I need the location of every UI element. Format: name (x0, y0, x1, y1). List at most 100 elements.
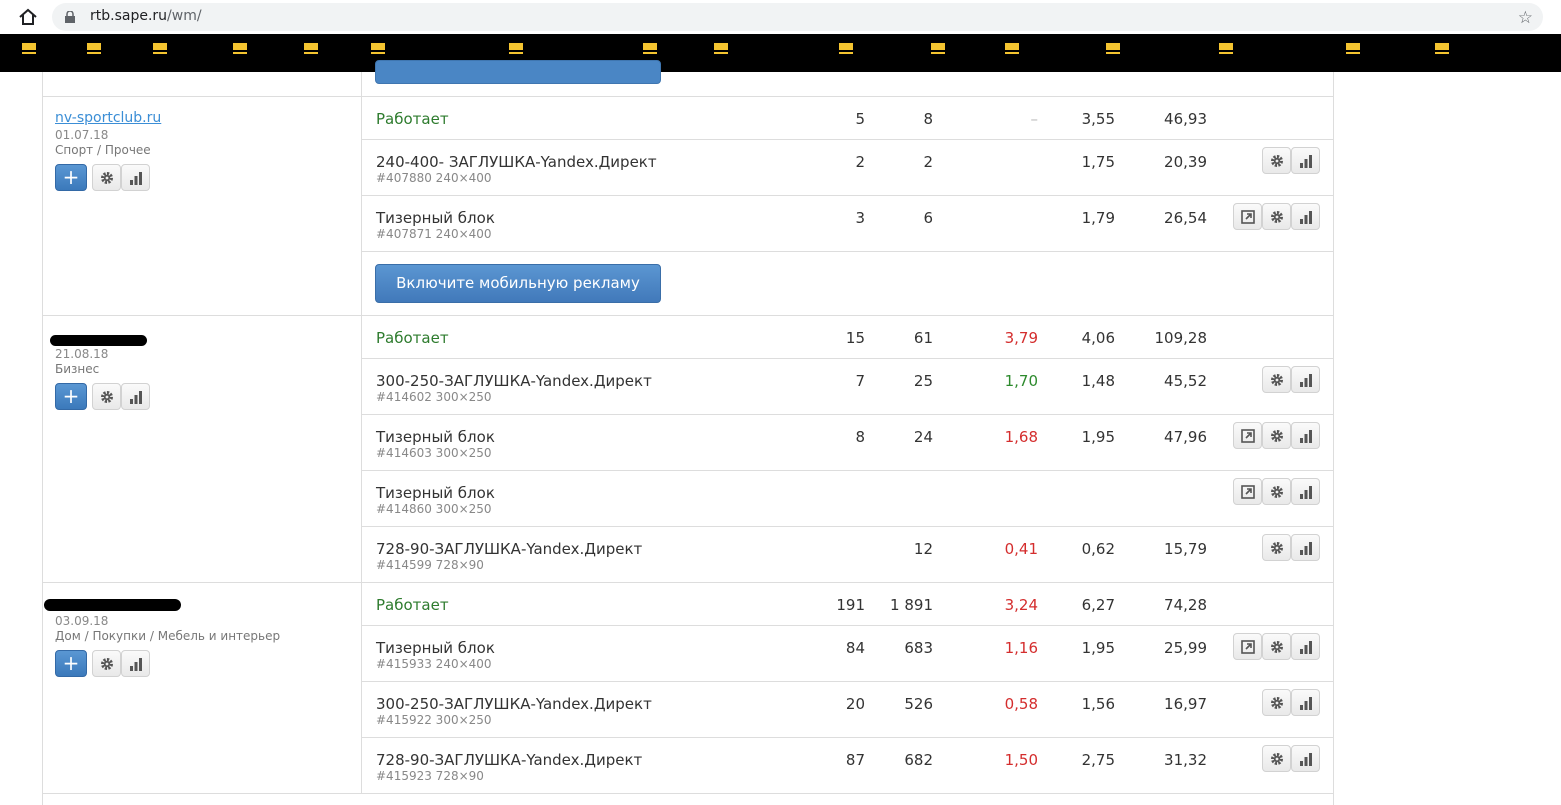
bookmark-folder-icon[interactable] (22, 43, 36, 54)
site-settings-button[interactable] (92, 383, 121, 410)
block-stats-button[interactable] (1291, 689, 1320, 716)
cell-value: 15,79 (1164, 540, 1207, 558)
block-settings-button[interactable] (1262, 745, 1291, 772)
browser-toolbar: rtb.sape.ru/wm/ ☆ (0, 0, 1561, 34)
add-block-button[interactable]: + (55, 164, 87, 191)
bookmark-folder-icon[interactable] (1005, 43, 1019, 54)
bar-chart-icon (130, 172, 142, 185)
bookmark-folder-icon[interactable] (87, 43, 101, 54)
bookmark-folder-icon[interactable] (304, 43, 318, 54)
site-status: Работает (376, 110, 449, 128)
site-stats-button[interactable] (121, 650, 150, 677)
block-settings-button[interactable] (1262, 203, 1291, 230)
block-preview-button[interactable] (1233, 422, 1262, 449)
cell-value: 16,97 (1164, 695, 1207, 713)
block-settings-button[interactable] (1262, 534, 1291, 561)
block-settings-button[interactable] (1262, 366, 1291, 393)
site-settings-button[interactable] (92, 650, 121, 677)
bookmark-folder-icon[interactable] (153, 43, 167, 54)
row-divider (362, 414, 1334, 415)
cell-value: 6,27 (1081, 596, 1115, 614)
block-stats-button[interactable] (1291, 745, 1320, 772)
gear-icon (1271, 155, 1283, 167)
bookmark-folder-icon[interactable] (233, 43, 247, 54)
add-block-button[interactable]: + (55, 650, 87, 677)
site-category: Дом / Покупки / Мебель и интерьер (55, 629, 281, 643)
block-name[interactable]: 300-250-ЗАГЛУШКА-Yandex.Директ (376, 695, 652, 713)
mobile-ads-button[interactable]: Включите мобильную рекламу (375, 264, 661, 303)
block-name[interactable]: Тизерный блок (376, 209, 495, 227)
block-stats-button[interactable] (1291, 147, 1320, 174)
block-preview-button[interactable] (1233, 633, 1262, 660)
bar-chart-icon (1300, 641, 1312, 654)
bookmark-folder-icon[interactable] (643, 43, 657, 54)
block-name[interactable]: Тизерный блок (376, 639, 495, 657)
bar-chart-icon (1300, 211, 1312, 224)
gear-icon (1271, 697, 1283, 709)
gear-icon (101, 658, 113, 670)
row-divider (42, 315, 1334, 316)
block-name[interactable]: Тизерный блок (376, 428, 495, 446)
row-divider (362, 139, 1334, 140)
block-stats-button[interactable] (1291, 203, 1320, 230)
bookmark-folder-icon[interactable] (371, 43, 385, 54)
address-bar[interactable]: rtb.sape.ru/wm/ ☆ (52, 3, 1543, 31)
bar-chart-icon (1300, 542, 1312, 555)
site-status: Работает (376, 596, 449, 614)
cell-value: 6 (923, 209, 933, 227)
bookmark-folder-icon[interactable] (1346, 43, 1360, 54)
bar-chart-icon (1300, 753, 1312, 766)
cell-value: 1,75 (1081, 153, 1115, 171)
block-id: #414603 300×250 (376, 446, 492, 460)
block-preview-button[interactable] (1233, 203, 1262, 230)
block-id: #414602 300×250 (376, 390, 492, 404)
block-name[interactable]: 728-90-ЗАГЛУШКА-Yandex.Директ (376, 751, 642, 769)
gear-icon (1271, 641, 1283, 653)
site-category: Спорт / Прочее (55, 143, 151, 157)
bookmark-folder-icon[interactable] (714, 43, 728, 54)
url-text: rtb.sape.ru/wm/ (90, 8, 202, 24)
bookmark-folder-icon[interactable] (1219, 43, 1233, 54)
block-name[interactable]: 240-400- ЗАГЛУШКА-Yandex.Директ (376, 153, 657, 171)
block-id: #414599 728×90 (376, 558, 484, 572)
site-stats-button[interactable] (121, 383, 150, 410)
mobile-ads-button[interactable] (375, 60, 661, 84)
add-block-button[interactable]: + (55, 383, 87, 410)
bookmark-star-icon[interactable]: ☆ (1518, 8, 1533, 28)
cell-value: 8 (923, 110, 933, 128)
site-link[interactable]: nv-sportclub.ru (55, 110, 161, 126)
block-settings-button[interactable] (1262, 689, 1291, 716)
bookmark-folder-icon[interactable] (509, 43, 523, 54)
block-settings-button[interactable] (1262, 633, 1291, 660)
block-id: #415933 240×400 (376, 657, 492, 671)
block-id: #415923 728×90 (376, 769, 484, 783)
gear-icon (101, 172, 113, 184)
bookmark-folder-icon[interactable] (931, 43, 945, 54)
block-settings-button[interactable] (1262, 422, 1291, 449)
block-stats-button[interactable] (1291, 633, 1320, 660)
block-settings-button[interactable] (1262, 147, 1291, 174)
site-stats-button[interactable] (121, 164, 150, 191)
block-stats-button[interactable] (1291, 366, 1320, 393)
home-icon[interactable] (18, 8, 38, 26)
cell-value: 74,28 (1164, 596, 1207, 614)
site-settings-button[interactable] (92, 164, 121, 191)
cell-value: 3,55 (1081, 110, 1115, 128)
bookmark-folder-icon[interactable] (839, 43, 853, 54)
block-preview-button[interactable] (1233, 478, 1262, 505)
block-stats-button[interactable] (1291, 478, 1320, 505)
row-divider (362, 251, 1334, 252)
bookmark-folder-icon[interactable] (1106, 43, 1120, 54)
block-settings-button[interactable] (1262, 478, 1291, 505)
cell-value: 2,75 (1081, 751, 1115, 769)
cell-value: 1 891 (890, 596, 933, 614)
block-name[interactable]: Тизерный блок (376, 484, 495, 502)
bookmark-folder-icon[interactable] (1435, 43, 1449, 54)
row-divider (362, 526, 1334, 527)
block-stats-button[interactable] (1291, 534, 1320, 561)
block-stats-button[interactable] (1291, 422, 1320, 449)
site-date: 21.08.18 (55, 347, 109, 361)
block-name[interactable]: 728-90-ЗАГЛУШКА-Yandex.Директ (376, 540, 642, 558)
block-name[interactable]: 300-250-ЗАГЛУШКА-Yandex.Директ (376, 372, 652, 390)
gear-icon (101, 391, 113, 403)
